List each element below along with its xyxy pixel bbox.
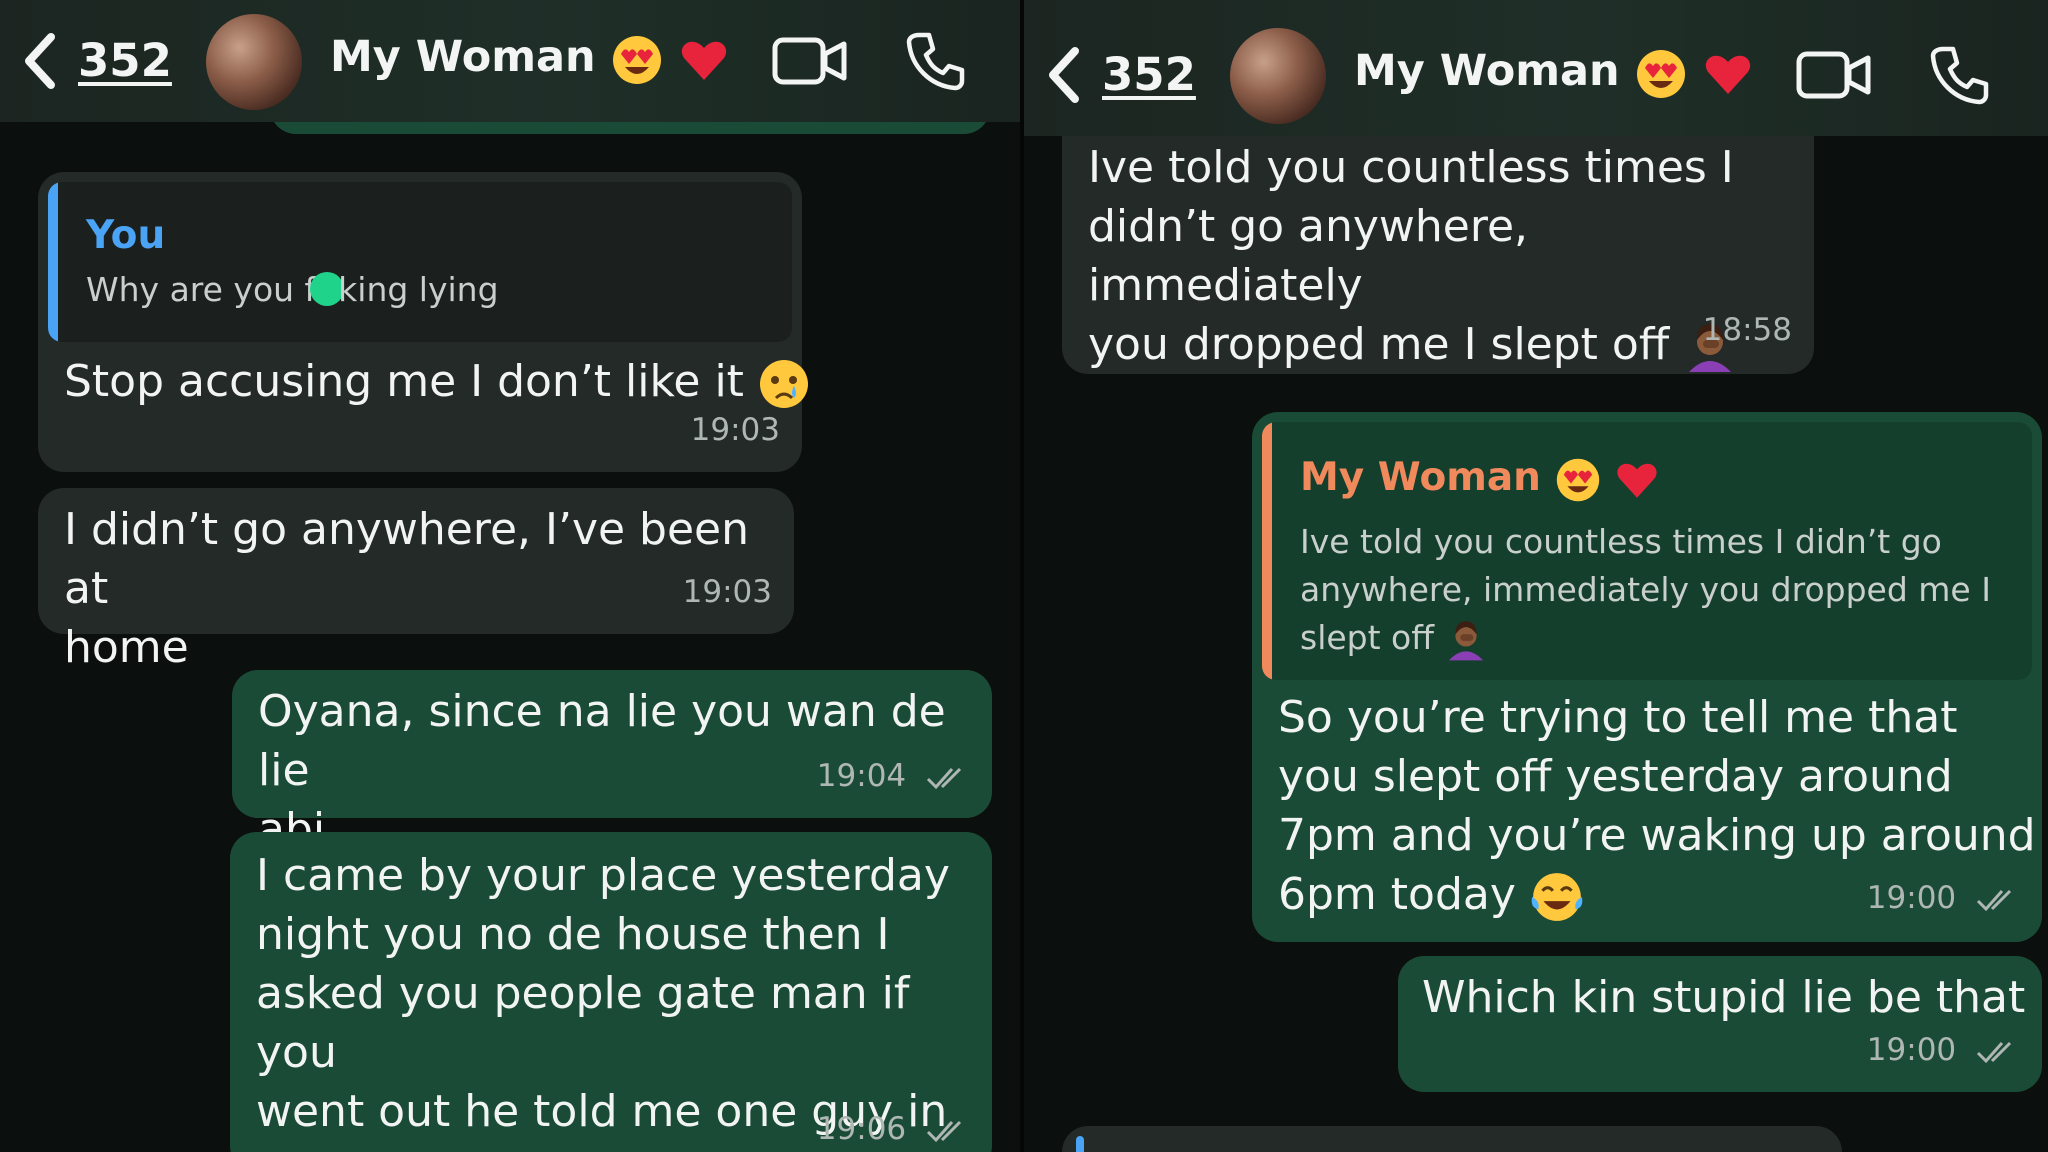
double-check-icon (1976, 1041, 2012, 1063)
quote-accent-bar (1076, 1136, 1084, 1152)
back-button[interactable] (1040, 40, 1090, 110)
incoming-message-bubble[interactable]: I didn’t go anywhere, I’ve been at home … (38, 488, 794, 673)
heart-eyes-emoji-icon (612, 35, 661, 84)
chevron-left-icon (1049, 47, 1079, 103)
quote-accent-bar (1262, 422, 1272, 680)
quote-author: My Woman (1300, 448, 1660, 507)
quoted-reply[interactable]: You Why are you f king lying (48, 182, 792, 342)
contact-avatar[interactable] (206, 14, 302, 110)
quote-accent-bar (48, 182, 58, 342)
incoming-message-bubble[interactable]: You Why are you f king lying Stop accusin… (38, 172, 808, 472)
voice-call-button[interactable] (1919, 40, 1999, 110)
message-text: Which kin stupid lie be that (1422, 972, 2026, 1023)
video-camera-icon (1796, 51, 1871, 99)
contact-name[interactable]: My Woman (1354, 46, 1754, 100)
red-heart-emoji-icon (1617, 463, 1657, 498)
right-chat-screenshot: 352 My Woman Ive told you countless time… (1024, 0, 2048, 1152)
red-heart-emoji-icon (1705, 55, 1750, 94)
double-check-icon (926, 767, 962, 789)
double-check-icon (926, 1120, 962, 1142)
chat-header: 352 My Woman (1024, 0, 2048, 136)
quoted-reply[interactable]: My Woman Ive told you countless times I … (1262, 422, 2032, 680)
video-call-button[interactable] (770, 26, 850, 96)
outgoing-message-bubble[interactable]: My Woman Ive told you countless times I … (1252, 412, 2042, 942)
phone-icon (906, 32, 965, 91)
chat-header: 352 My Woman (0, 0, 1020, 122)
incoming-message-bubble[interactable]: Ive told you countless times I didn’t go… (1062, 110, 1814, 374)
tears-of-joy-emoji-icon (1531, 873, 1583, 921)
outgoing-message-bubble[interactable]: I came by your place yesterday night you… (230, 832, 992, 1152)
video-camera-icon (772, 37, 847, 85)
video-call-button[interactable] (1794, 40, 1874, 110)
partial-message-bubble (1062, 1126, 1842, 1152)
contact-name[interactable]: My Woman (330, 32, 730, 86)
voice-call-button[interactable] (895, 26, 975, 96)
chevron-left-icon (25, 33, 55, 89)
message-timestamp: 19:00 (1867, 869, 2020, 928)
heart-eyes-emoji-icon (1556, 458, 1599, 501)
outgoing-message-bubble[interactable]: Oyana, since na lie you wan de lie abi 1… (232, 670, 992, 855)
message-timestamp: 19:00 (1867, 1021, 2020, 1080)
quote-text: Ive told you countless times I didn’t go… (1300, 518, 1991, 662)
phone-icon (1930, 46, 1989, 105)
back-button[interactable] (16, 26, 66, 96)
outgoing-message-bubble[interactable]: Which kin stupid lie be that 19:00 (1398, 956, 2042, 1092)
unread-count-link[interactable]: 352 (78, 34, 172, 87)
person-facepalming-emoji-icon (1449, 620, 1484, 660)
message-timestamp: 19:03 (682, 574, 772, 610)
unread-count-link[interactable]: 352 (1102, 48, 1196, 101)
contact-avatar[interactable] (1230, 28, 1326, 124)
double-check-icon (1976, 889, 2012, 911)
message-timestamp: 19:04 (817, 747, 970, 806)
message-timestamp: 19:06 (817, 1100, 970, 1152)
heart-eyes-emoji-icon (1636, 49, 1685, 98)
red-heart-emoji-icon (681, 41, 726, 80)
quote-author: You (86, 213, 166, 258)
message-timestamp: 19:03 (690, 412, 780, 448)
left-chat-screenshot: 352 My Woman You Why are you f king lying… (0, 0, 1020, 1152)
quote-text: Why are you f king lying (86, 270, 499, 309)
message-timestamp: 18:58 (1702, 312, 1792, 348)
